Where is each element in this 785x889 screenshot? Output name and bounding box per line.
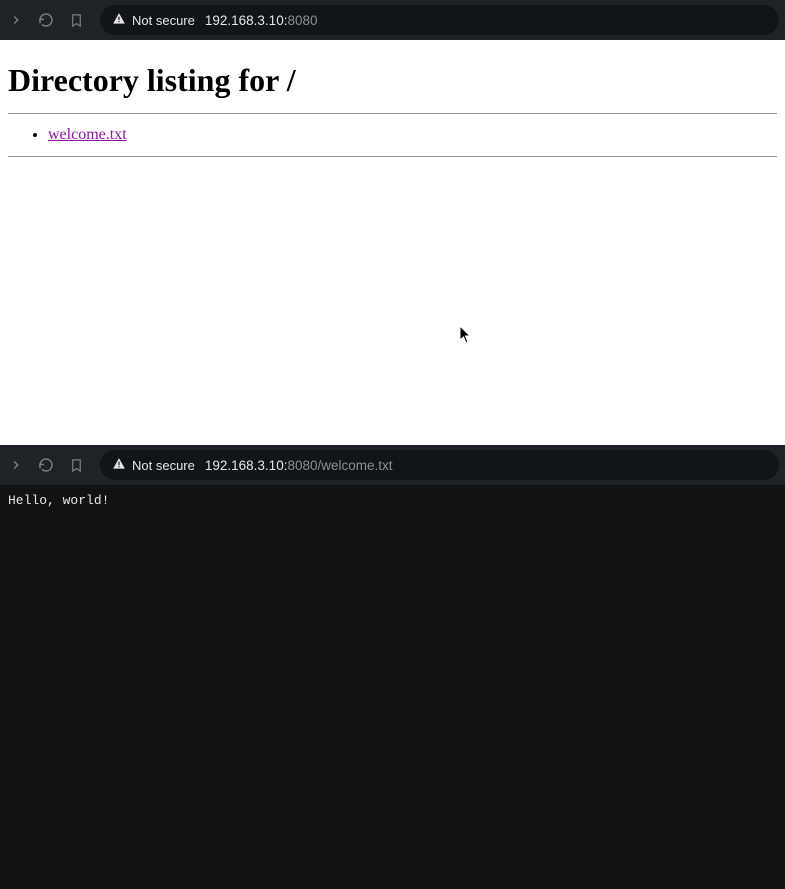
browser-window-bottom: Not secure 192.168.3.10:8080/welcome.txt… <box>0 445 785 889</box>
list-item: welcome.txt <box>48 126 777 144</box>
security-label-top: Not secure <box>132 13 195 28</box>
url-bottom: 192.168.3.10:8080/welcome.txt <box>205 458 393 473</box>
bookmark-icon[interactable] <box>66 10 86 30</box>
reload-icon[interactable] <box>36 455 56 475</box>
browser-window-top: Not secure 192.168.3.10:8080 Directory l… <box>0 0 785 445</box>
security-badge-bottom: Not secure <box>112 457 195 474</box>
url-path-bottom: /welcome.txt <box>318 458 393 473</box>
divider-top <box>8 113 777 114</box>
url-host-bottom: 192.168.3.10: <box>205 458 288 473</box>
url-port-top: 8080 <box>287 13 317 28</box>
url-host-top: 192.168.3.10: <box>205 13 288 28</box>
page-content-bottom: Hello, world! <box>0 485 785 889</box>
forward-icon[interactable] <box>6 455 26 475</box>
url-top: 192.168.3.10:8080 <box>205 13 318 28</box>
reload-icon[interactable] <box>36 10 56 30</box>
url-port-bottom: 8080 <box>287 458 317 473</box>
security-label-bottom: Not secure <box>132 458 195 473</box>
file-link-welcome[interactable]: welcome.txt <box>48 126 127 143</box>
forward-icon[interactable] <box>6 10 26 30</box>
address-bar-top[interactable]: Not secure 192.168.3.10:8080 <box>100 5 779 35</box>
address-bar-bottom[interactable]: Not secure 192.168.3.10:8080/welcome.txt <box>100 450 779 480</box>
page-title: Directory listing for / <box>8 62 777 99</box>
toolbar-top: Not secure 192.168.3.10:8080 <box>0 0 785 40</box>
warning-icon <box>112 457 126 474</box>
divider-bottom <box>8 156 777 157</box>
page-content-top: Directory listing for / welcome.txt <box>0 40 785 445</box>
toolbar-bottom: Not secure 192.168.3.10:8080/welcome.txt <box>0 445 785 485</box>
file-list: welcome.txt <box>8 126 777 144</box>
warning-icon <box>112 12 126 29</box>
security-badge-top: Not secure <box>112 12 195 29</box>
file-content: Hello, world! <box>8 493 777 508</box>
bookmark-icon[interactable] <box>66 455 86 475</box>
